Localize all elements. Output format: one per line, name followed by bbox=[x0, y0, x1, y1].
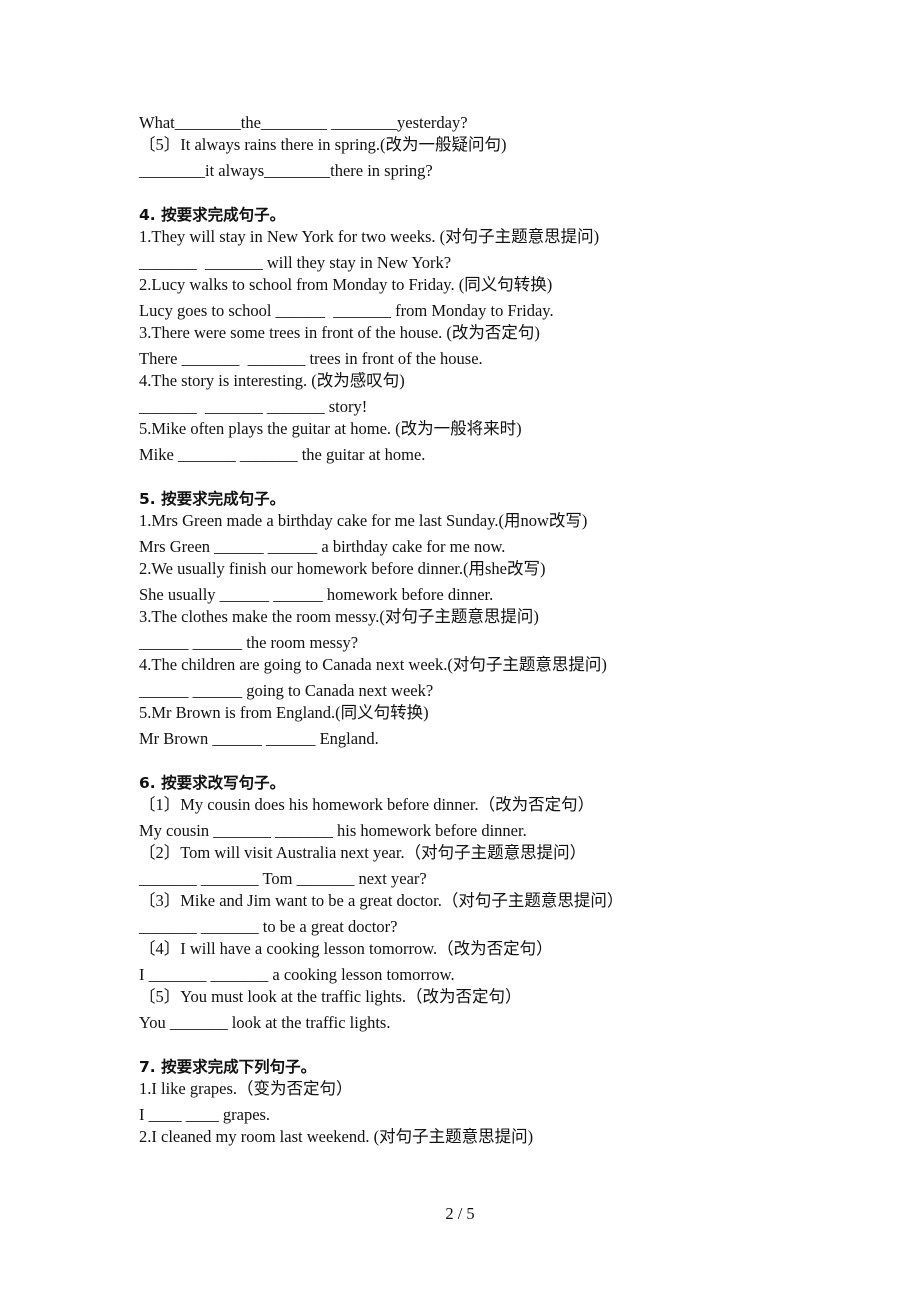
answer-line: I _______ _______ a cooking lesson tomor… bbox=[139, 965, 455, 984]
answer-line: _______ _______ Tom _______ next year? bbox=[139, 869, 427, 888]
answer-line: Mike _______ _______ the guitar at home. bbox=[139, 445, 426, 464]
answer-line: _______ _______ to be a great doctor? bbox=[139, 917, 398, 936]
question-line: 3.The clothes make the room messy.(对句子主题… bbox=[139, 607, 539, 626]
question-line: 〔5〕You must look at the traffic lights.（… bbox=[139, 987, 522, 1006]
answer-line: ______ ______ the room messy? bbox=[139, 633, 359, 652]
section-heading: 5. 按要求完成句子。 bbox=[139, 490, 286, 508]
question-line: 5.Mike often plays the guitar at home. (… bbox=[139, 419, 522, 438]
question-line: 1.I like grapes.（变为否定句） bbox=[139, 1079, 353, 1098]
answer-line: I ____ ____ grapes. bbox=[139, 1105, 271, 1124]
answer-line: ______ ______ going to Canada next week? bbox=[139, 681, 434, 700]
question-line: 2.We usually finish our homework before … bbox=[139, 559, 546, 578]
answer-line: You _______ look at the traffic lights. bbox=[139, 1013, 391, 1032]
section-7: 7. 按要求完成下列句子。 1.I like grapes.（变为否定句） I … bbox=[139, 1056, 779, 1148]
question-line: 〔4〕I will have a cooking lesson tomorrow… bbox=[139, 939, 553, 958]
answer-line: Mr Brown ______ ______ England. bbox=[139, 729, 379, 748]
answer-line: Mrs Green ______ ______ a birthday cake … bbox=[139, 537, 506, 556]
question-line: 4.The children are going to Canada next … bbox=[139, 655, 607, 674]
question-line: 〔5〕It always rains there in spring.(改为一般… bbox=[139, 135, 507, 154]
question-line: 2.Lucy walks to school from Monday to Fr… bbox=[139, 275, 553, 294]
section-4: 4. 按要求完成句子。 1.They will stay in New York… bbox=[139, 204, 779, 466]
answer-line: There _______ _______ trees in front of … bbox=[139, 349, 483, 368]
section-heading: 7. 按要求完成下列句子。 bbox=[139, 1058, 317, 1076]
question-line: 5.Mr Brown is from England.(同义句转换) bbox=[139, 703, 429, 722]
question-line: 1.They will stay in New York for two wee… bbox=[139, 227, 600, 246]
continuation-block: What________the________ ________yesterda… bbox=[139, 112, 779, 182]
question-line: 1.Mrs Green made a birthday cake for me … bbox=[139, 511, 588, 530]
section-5: 5. 按要求完成句子。 1.Mrs Green made a birthday … bbox=[139, 488, 779, 750]
answer-line: _______ _______ _______ story! bbox=[139, 397, 368, 416]
answer-line: ________it always________there in spring… bbox=[139, 161, 433, 180]
page-number: 2 / 5 bbox=[445, 1204, 475, 1223]
answer-line: Lucy goes to school ______ _______ from … bbox=[139, 301, 554, 320]
question-line: 2.I cleaned my room last weekend. (对句子主题… bbox=[139, 1127, 534, 1146]
answer-line: What________the________ ________yesterda… bbox=[139, 113, 468, 132]
question-line: 〔1〕My cousin does his homework before di… bbox=[139, 795, 595, 814]
question-line: 〔3〕Mike and Jim want to be a great docto… bbox=[139, 891, 624, 910]
answer-line: She usually ______ ______ homework befor… bbox=[139, 585, 494, 604]
section-heading: 4. 按要求完成句子。 bbox=[139, 206, 286, 224]
worksheet-page: What________the________ ________yesterda… bbox=[139, 112, 779, 1148]
answer-line: _______ _______ will they stay in New Yo… bbox=[139, 253, 452, 272]
question-line: 〔2〕Tom will visit Australia next year.（对… bbox=[139, 843, 587, 862]
question-line: 3.There were some trees in front of the … bbox=[139, 323, 540, 342]
question-line: 4.The story is interesting. (改为感叹句) bbox=[139, 371, 405, 390]
section-heading: 6. 按要求改写句子。 bbox=[139, 774, 286, 792]
section-6: 6. 按要求改写句子。 〔1〕My cousin does his homewo… bbox=[139, 772, 779, 1034]
answer-line: My cousin _______ _______ his homework b… bbox=[139, 821, 527, 840]
